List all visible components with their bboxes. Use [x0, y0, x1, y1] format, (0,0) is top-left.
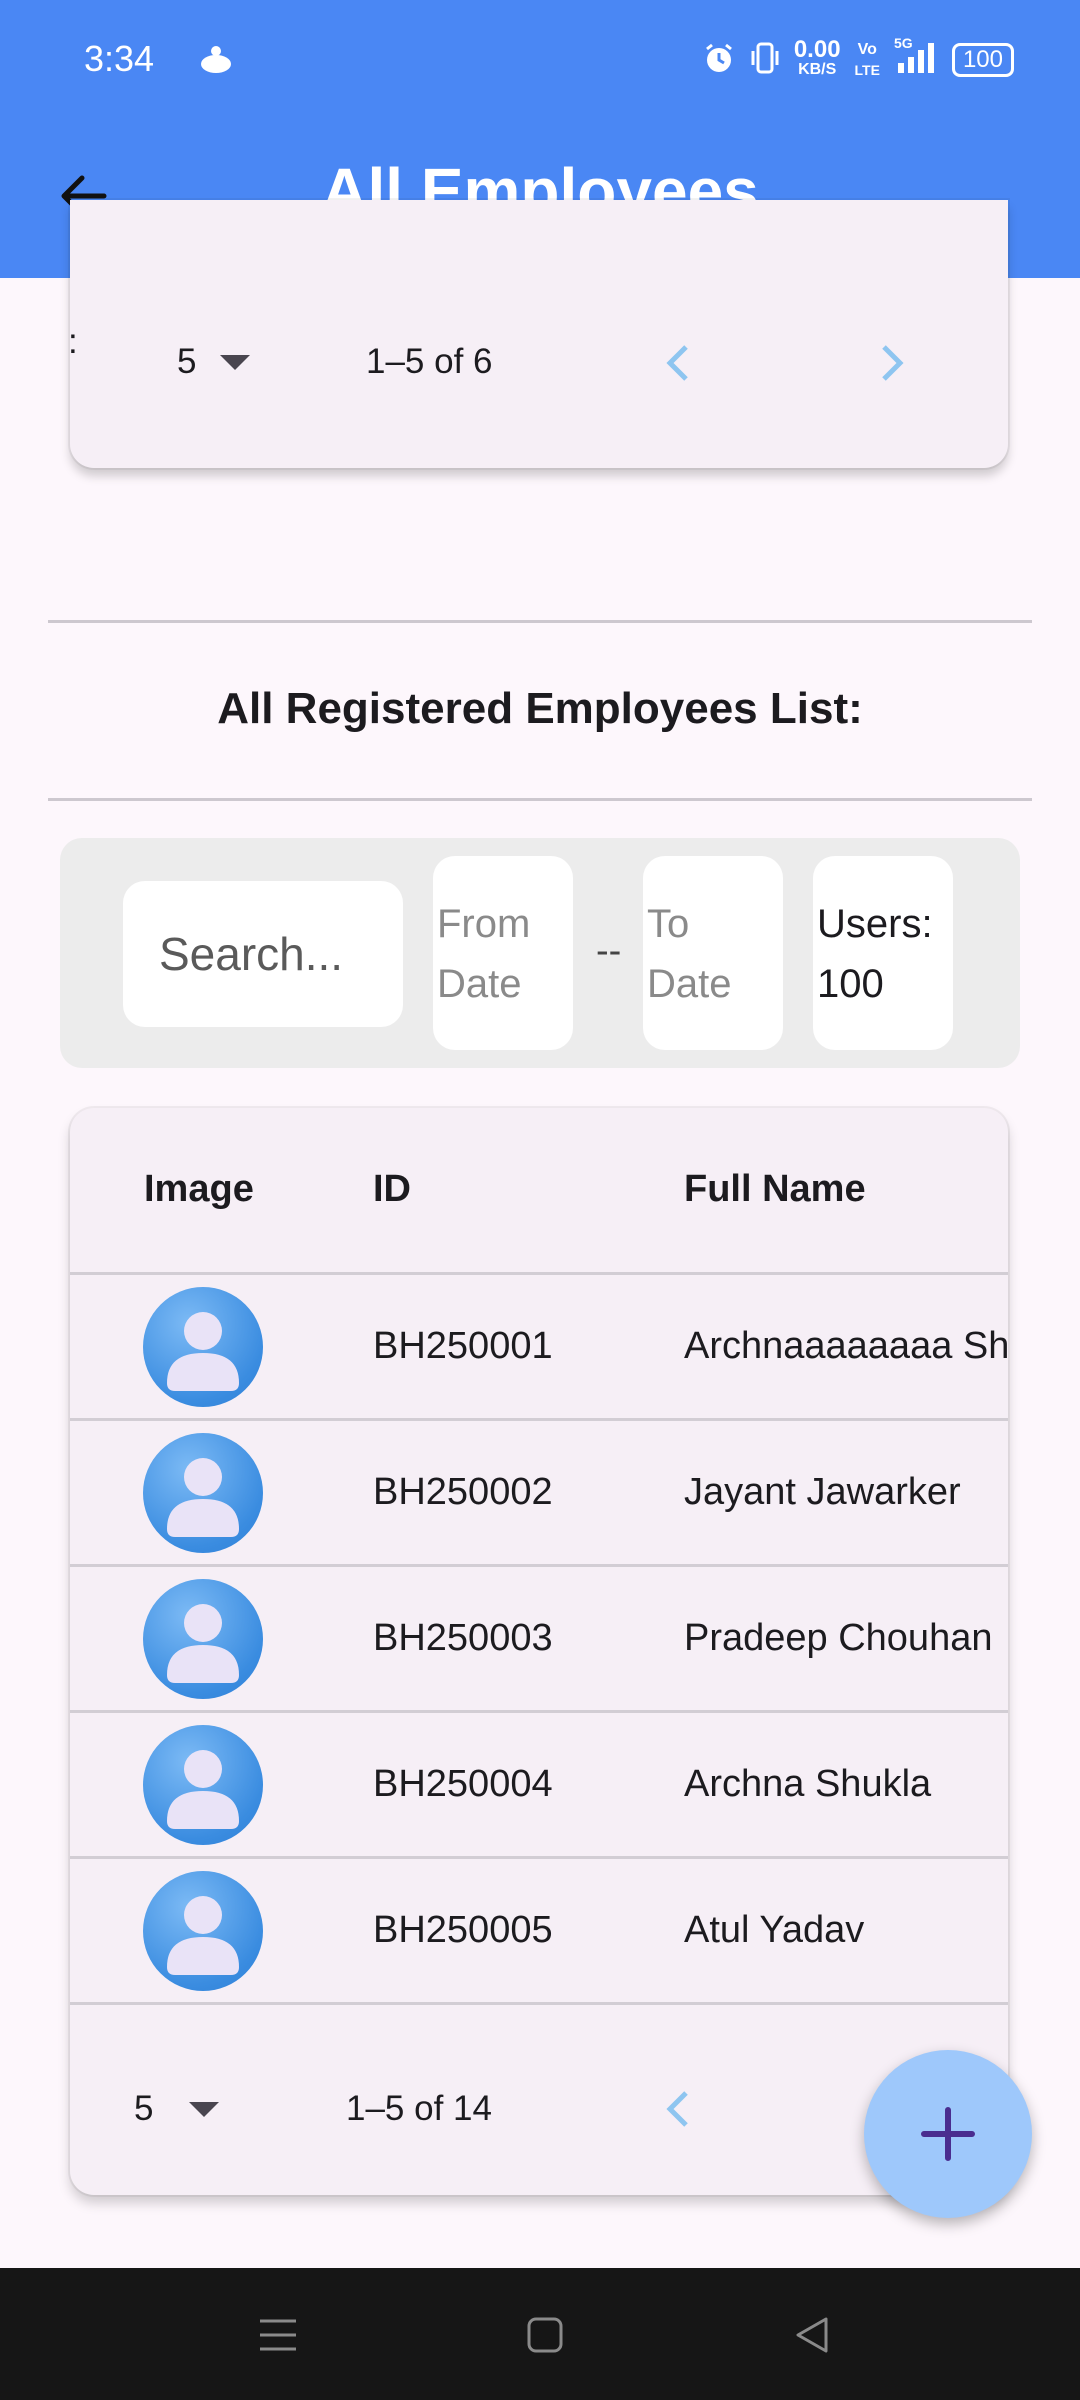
- plus-icon: [921, 2107, 975, 2161]
- previous-table-card: : 5 1–5 of 6: [68, 200, 1008, 468]
- table-row[interactable]: BH250005 Atul Yadav: [70, 1856, 1008, 2004]
- add-employee-button[interactable]: [864, 2050, 1032, 2218]
- divider: [48, 620, 1032, 623]
- caret-down-icon: [220, 354, 251, 370]
- chevron-left-icon: [666, 2091, 688, 2127]
- divider: [70, 2002, 1008, 2005]
- employee-name: Archnaaaaaaaa Shukla: [684, 1325, 1008, 1367]
- column-header-id: ID: [373, 1168, 411, 1210]
- search-input[interactable]: [123, 881, 403, 1027]
- employee-id: BH250005: [373, 1909, 553, 1951]
- employee-id: BH250003: [373, 1617, 553, 1659]
- column-header-image: Image: [144, 1168, 254, 1210]
- prev-page-button[interactable]: [662, 2086, 692, 2140]
- home-nav-button[interactable]: [515, 2308, 575, 2362]
- alarm-icon: [702, 41, 736, 80]
- back-nav-button[interactable]: [782, 2308, 842, 2362]
- status-icons: 0.00 KB/S Vo LTE 5G 100: [702, 35, 1014, 80]
- home-square-icon: [527, 2317, 563, 2353]
- pagination-range: 1–5 of 14: [346, 2089, 492, 2128]
- date-separator: --: [596, 930, 622, 972]
- divider: [48, 798, 1032, 801]
- pagination-label-fragment: :: [68, 322, 78, 361]
- user-avatar-icon: [143, 1579, 263, 1699]
- section-title: All Registered Employees List:: [217, 684, 863, 733]
- from-date-field[interactable]: From Date: [433, 856, 573, 1050]
- table-row[interactable]: BH250001 Archnaaaaaaaa Shukla: [70, 1272, 1008, 1420]
- volte-indicator: Vo LTE: [854, 41, 880, 78]
- status-time: 3:34: [84, 38, 155, 79]
- employee-name: Archna Shukla: [684, 1763, 932, 1805]
- net-speed: 0.00 KB/S: [793, 36, 841, 79]
- menu-nav-button[interactable]: [248, 2308, 308, 2362]
- rows-per-page-select[interactable]: 5: [134, 2089, 220, 2129]
- prev-page-button[interactable]: [662, 340, 692, 394]
- employee-id: BH250001: [373, 1325, 553, 1367]
- employee-name: Jayant Jawarker: [684, 1471, 961, 1513]
- column-header-full-name: Full Name: [684, 1168, 866, 1210]
- employee-id: BH250004: [373, 1763, 553, 1805]
- users-count: Users: 100: [813, 856, 953, 1050]
- vibrate-icon: [750, 41, 780, 80]
- user-avatar-icon: [143, 1287, 263, 1407]
- next-page-button[interactable]: [878, 340, 908, 394]
- to-date-field[interactable]: To Date: [643, 856, 783, 1050]
- chevron-left-icon: [666, 345, 688, 381]
- table-row[interactable]: BH250003 Pradeep Chouhan: [70, 1564, 1008, 1712]
- table-row[interactable]: BH250004 Archna Shukla: [70, 1710, 1008, 1858]
- user-avatar-icon: [143, 1725, 263, 1845]
- rows-per-page-select[interactable]: 5: [177, 342, 251, 382]
- user-avatar-icon: [143, 1433, 263, 1553]
- system-nav-bar: [0, 2268, 1080, 2400]
- employee-name: Atul Yadav: [684, 1909, 865, 1951]
- pagination-range: 1–5 of 6: [366, 342, 493, 381]
- user-avatar-icon: [143, 1871, 263, 1991]
- chevron-right-icon: [882, 345, 904, 381]
- battery-indicator: 100: [951, 43, 1014, 77]
- menu-icon: [260, 2319, 296, 2351]
- caret-down-icon: [189, 2101, 220, 2117]
- employee-table: Image ID Full Name BH250001 Archnaaaaaaa…: [70, 1108, 1008, 2195]
- triangle-back-icon: [796, 2317, 828, 2353]
- filter-bar: From Date -- To Date Users: 100: [60, 838, 1020, 1068]
- employee-name: Pradeep Chouhan: [684, 1617, 993, 1659]
- employee-id: BH250002: [373, 1471, 553, 1513]
- signal-icon: 5G: [894, 35, 938, 80]
- table-row[interactable]: BH250002 Jayant Jawarker: [70, 1418, 1008, 1566]
- notification-icon: [198, 44, 234, 79]
